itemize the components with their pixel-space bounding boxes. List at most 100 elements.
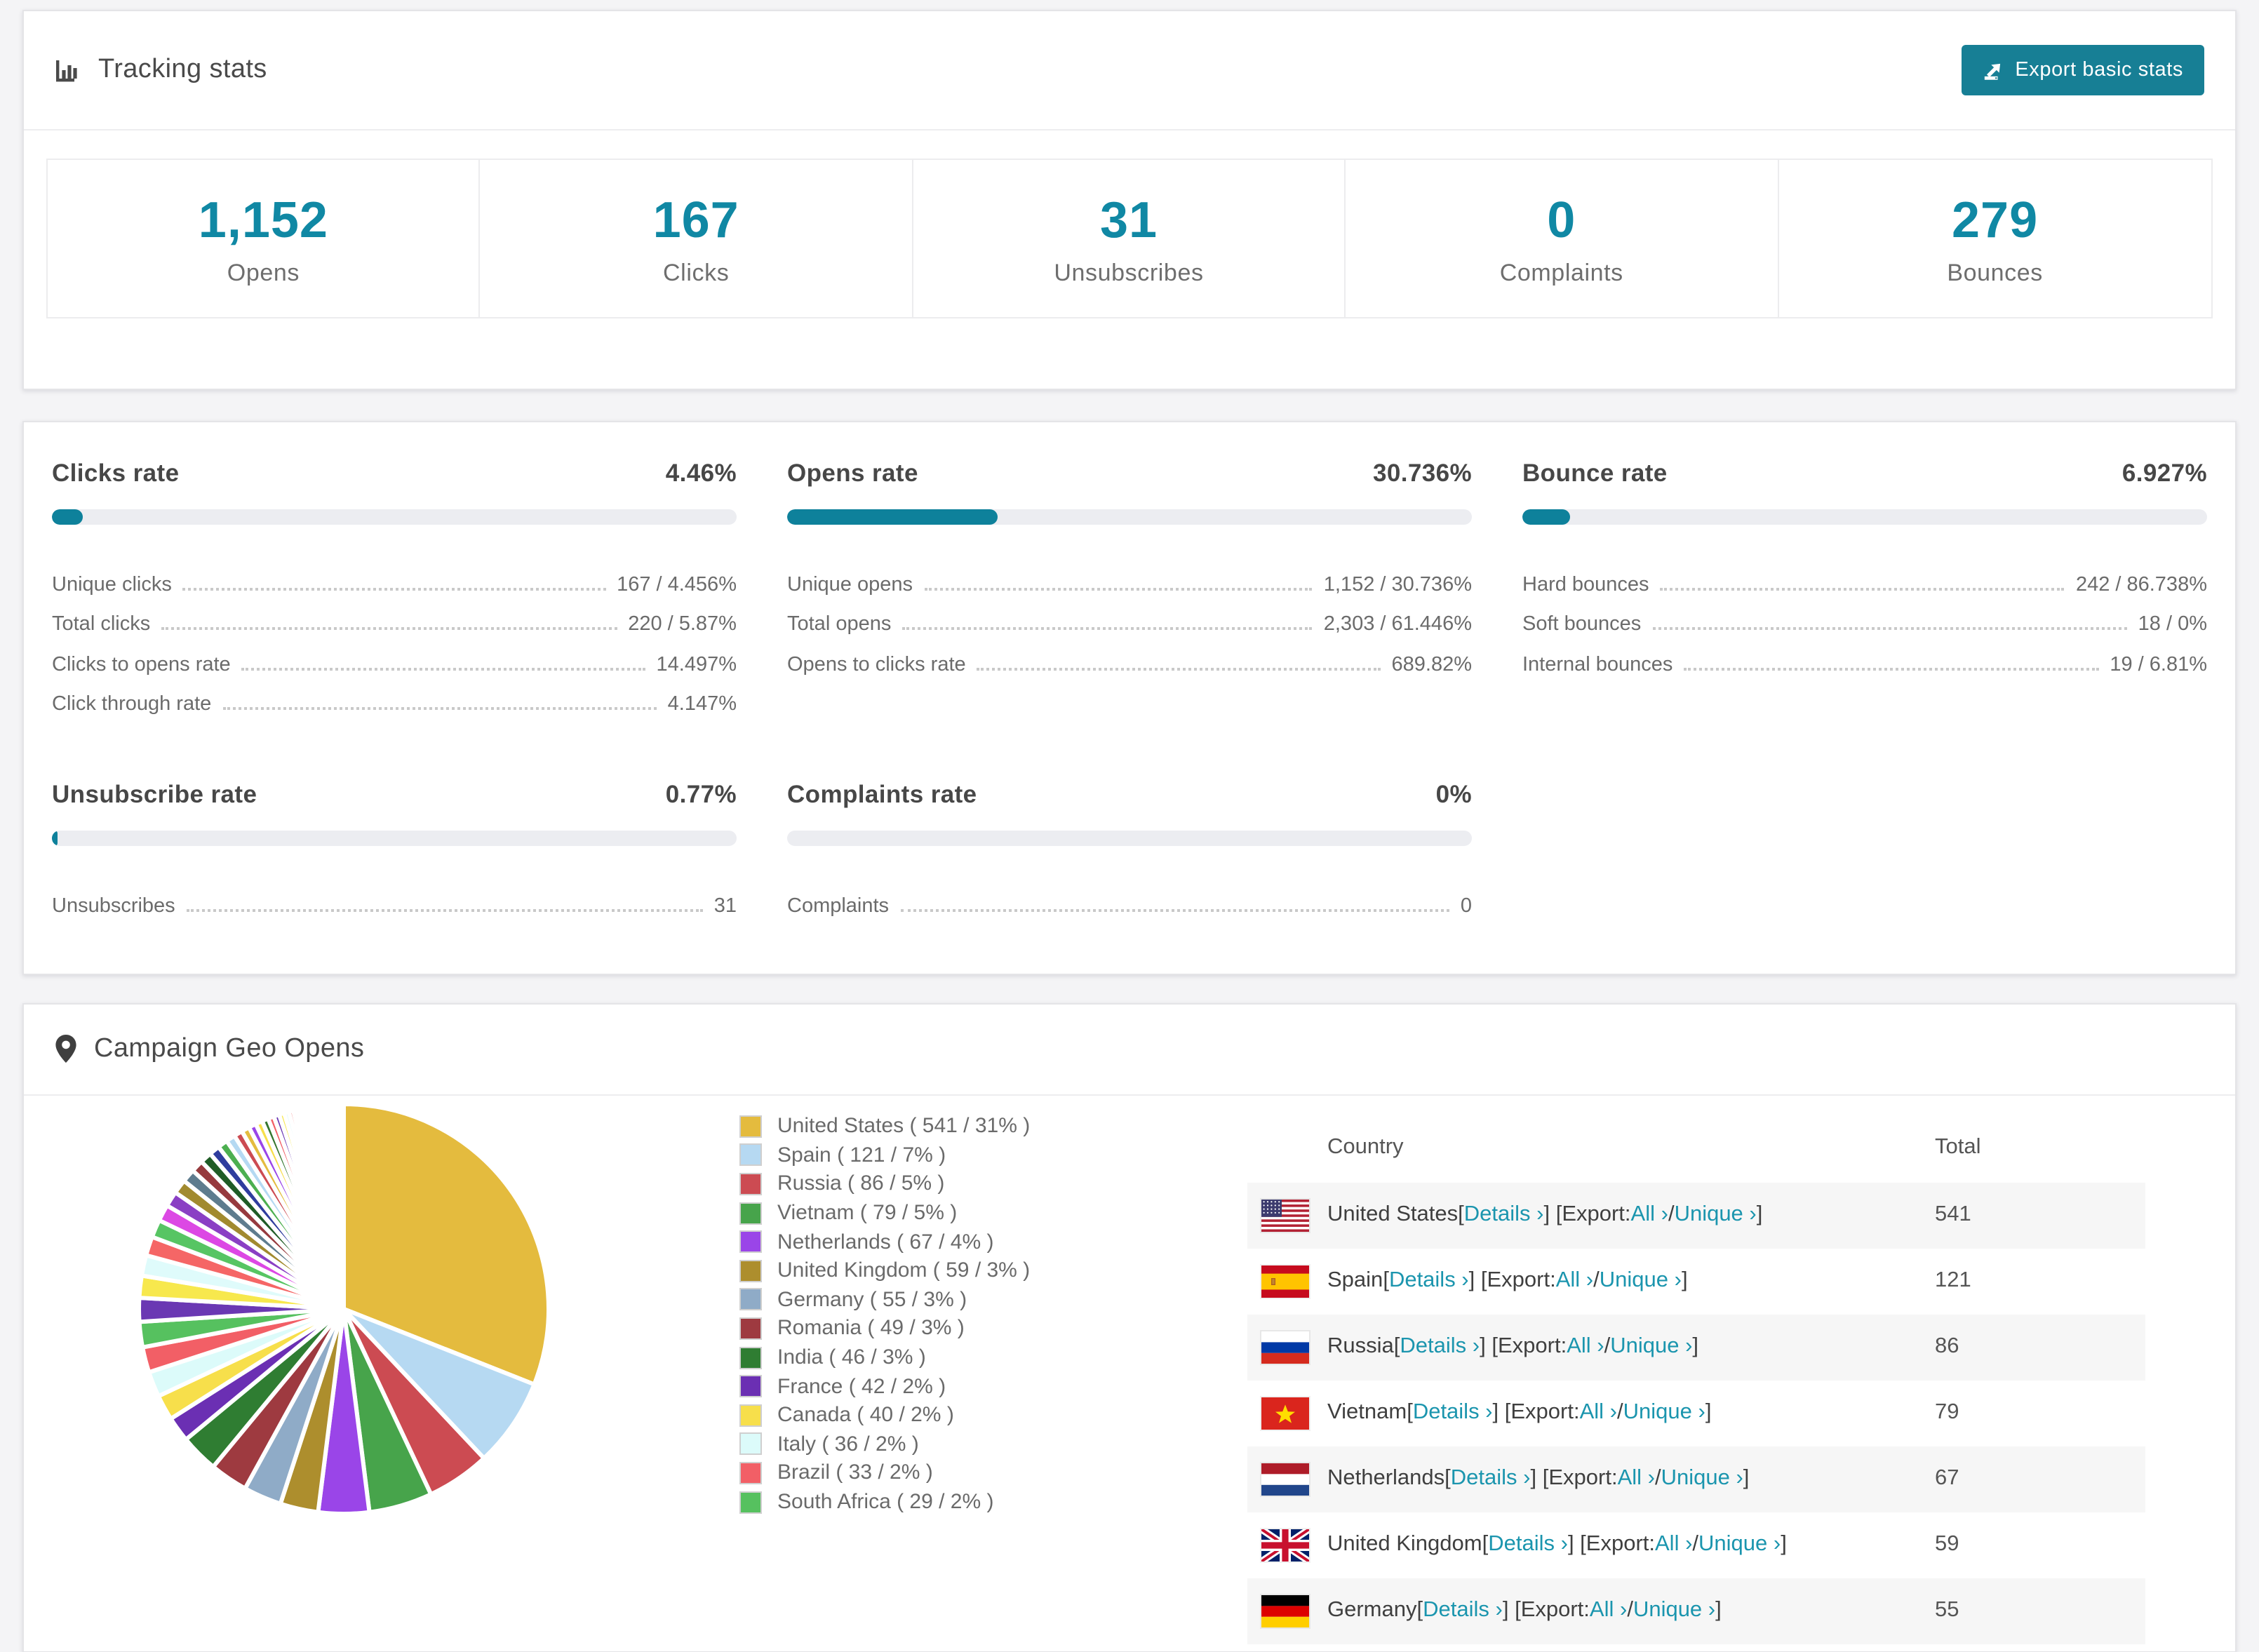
legend-item-netherlands: Netherlands ( 67 / 4% ) xyxy=(739,1228,1239,1256)
bracket: ] xyxy=(1681,1268,1688,1292)
legend-item-germany: Germany ( 55 / 3% ) xyxy=(739,1285,1239,1314)
rate-detail-row: Soft bounces 18 / 0% xyxy=(1522,598,2207,638)
rate-progress-fill xyxy=(52,509,83,525)
rate-block-bounce-rate: Bounce rate 6.927% Hard bounces 242 / 86.73… xyxy=(1522,459,2207,718)
geo-total-cell: 121 xyxy=(1935,1268,1971,1292)
rate-progress-bar xyxy=(52,831,737,846)
geo-title: Campaign Geo Opens xyxy=(55,1033,364,1064)
details-link[interactable]: Details › xyxy=(1488,1532,1568,1557)
geo-table-row-vn: Vietnam [Details ›] [Export: All › / Uni… xyxy=(1247,1380,2145,1446)
bar-chart-icon xyxy=(55,57,81,83)
export-all-link[interactable]: All › xyxy=(1655,1532,1692,1557)
export-unique-link[interactable]: Unique › xyxy=(1600,1268,1682,1294)
rate-progress-bar xyxy=(52,509,737,525)
details-link[interactable]: Details › xyxy=(1451,1466,1531,1491)
export-all-link[interactable]: All › xyxy=(1556,1268,1593,1294)
details-link[interactable]: Details › xyxy=(1400,1334,1480,1359)
export-label: Export: xyxy=(1497,1334,1567,1358)
slash: / xyxy=(1593,1268,1600,1292)
details-link[interactable]: Details › xyxy=(1423,1598,1503,1623)
export-label: Export: xyxy=(1520,1598,1590,1622)
legend-label: Romania ( 49 / 3% ) xyxy=(777,1316,965,1341)
rate-detail-value: 689.82% xyxy=(1391,653,1473,676)
geo-country-name: United Kingdom xyxy=(1327,1532,1482,1556)
legend-label: United States ( 541 / 31% ) xyxy=(777,1114,1031,1139)
rate-value: 0.77% xyxy=(665,780,737,808)
legend-label: Vietnam ( 79 / 5% ) xyxy=(777,1201,958,1225)
geo-country-cell: Germany [Details ›] [Export: All › / Uni… xyxy=(1261,1594,1935,1627)
rate-detail-label: Total opens xyxy=(787,613,892,636)
rate-detail-label: Soft bounces xyxy=(1522,613,1642,636)
dotted-leader xyxy=(182,587,606,590)
export-all-link[interactable]: All › xyxy=(1567,1334,1604,1359)
geo-country-cell: United States [Details ›] [Export: All ›… xyxy=(1261,1199,1935,1231)
stat-label: Bounces xyxy=(1947,259,2043,286)
rate-value: 4.46% xyxy=(665,459,737,487)
rate-progress-bar xyxy=(1522,509,2207,525)
stat-box-clicks: 167 Clicks xyxy=(480,160,913,317)
rate-title: Unsubscribe rate xyxy=(52,780,257,808)
rate-detail-label: Hard bounces xyxy=(1522,573,1649,596)
legend-label: Brazil ( 33 / 2% ) xyxy=(777,1460,933,1485)
rate-detail-label: Click through rate xyxy=(52,693,212,716)
export-all-link[interactable]: All › xyxy=(1631,1202,1668,1228)
export-all-link[interactable]: All › xyxy=(1580,1400,1617,1425)
pie-slice-other xyxy=(341,1101,346,1310)
legend-label: France ( 42 / 2% ) xyxy=(777,1374,946,1399)
export-all-link[interactable]: All › xyxy=(1590,1598,1627,1623)
export-label: Export: xyxy=(1510,1400,1580,1424)
details-link[interactable]: Details › xyxy=(1389,1268,1469,1294)
rate-detail-value: 2,303 / 61.446% xyxy=(1323,613,1472,636)
geo-pie-chart xyxy=(24,1095,739,1644)
geo-total-cell: 79 xyxy=(1935,1400,1959,1424)
rate-value: 30.736% xyxy=(1373,459,1472,487)
geo-table-header-total: Total xyxy=(1935,1134,1981,1158)
export-unique-link[interactable]: Unique › xyxy=(1698,1532,1781,1557)
geo-country-cell: United Kingdom [Details ›] [Export: All … xyxy=(1261,1529,1935,1561)
details-link[interactable]: Details › xyxy=(1464,1202,1544,1228)
flag-es-icon xyxy=(1261,1265,1309,1297)
stat-value: 279 xyxy=(1952,190,2039,248)
legend-item-india: India ( 46 / 3% ) xyxy=(739,1343,1239,1372)
rate-detail-value: 31 xyxy=(713,894,737,917)
export-label: Export: xyxy=(1548,1466,1618,1490)
stat-label: Complaints xyxy=(1499,259,1623,286)
bracket: ] xyxy=(1756,1202,1763,1226)
legend-swatch xyxy=(739,1432,762,1456)
stat-box-complaints: 0 Complaints xyxy=(1346,160,1779,317)
export-unique-link[interactable]: Unique › xyxy=(1610,1334,1692,1359)
flag-ru-icon xyxy=(1261,1331,1309,1363)
export-icon xyxy=(1983,60,2004,81)
legend-item-canada: Canada ( 40 / 2% ) xyxy=(739,1401,1239,1430)
geo-title-text: Campaign Geo Opens xyxy=(94,1033,365,1063)
legend-swatch xyxy=(739,1143,762,1167)
rate-detail-value: 242 / 86.738% xyxy=(2075,573,2207,596)
rate-detail-row: Total opens 2,303 / 61.446% xyxy=(787,598,1472,638)
geo-total-cell: 67 xyxy=(1935,1466,1959,1490)
legend-swatch xyxy=(739,1288,762,1311)
geo-total-cell: 541 xyxy=(1935,1202,1971,1226)
geo-table-header-row: Country Total xyxy=(1247,1112,2145,1182)
legend-item-united-states: United States ( 541 / 31% ) xyxy=(739,1112,1239,1141)
geo-total-cell: 86 xyxy=(1935,1334,1959,1358)
details-link[interactable]: Details › xyxy=(1413,1400,1493,1425)
export-basic-stats-button[interactable]: Export basic stats xyxy=(1962,45,2204,95)
rate-title-row: Unsubscribe rate 0.77% xyxy=(52,780,737,810)
rate-detail-row: Hard bounces 242 / 86.738% xyxy=(1522,558,2207,598)
pie-legend: United States ( 541 / 31% ) Spain ( 121 /… xyxy=(739,1095,1239,1644)
legend-label: India ( 46 / 3% ) xyxy=(777,1345,926,1370)
rate-detail-value: 1,152 / 30.736% xyxy=(1323,573,1472,596)
slash: / xyxy=(1654,1466,1661,1490)
geo-header: Campaign Geo Opens xyxy=(24,1004,2235,1095)
export-unique-link[interactable]: Unique › xyxy=(1675,1202,1757,1228)
legend-item-france: France ( 42 / 2% ) xyxy=(739,1372,1239,1401)
export-unique-link[interactable]: Unique › xyxy=(1661,1466,1743,1491)
export-unique-link[interactable]: Unique › xyxy=(1623,1400,1705,1425)
export-unique-link[interactable]: Unique › xyxy=(1633,1598,1715,1623)
export-label: Export: xyxy=(1586,1532,1655,1556)
legend-label: Canada ( 40 / 2% ) xyxy=(777,1403,954,1428)
campaign-geo-opens-card: Campaign Geo Opens United States ( 541 /… xyxy=(22,1002,2237,1652)
rate-detail-row: Complaints 0 xyxy=(787,880,1472,920)
page: Tracking stats Export basic stats 1,152 O… xyxy=(0,10,2259,1652)
export-all-link[interactable]: All › xyxy=(1618,1466,1655,1491)
